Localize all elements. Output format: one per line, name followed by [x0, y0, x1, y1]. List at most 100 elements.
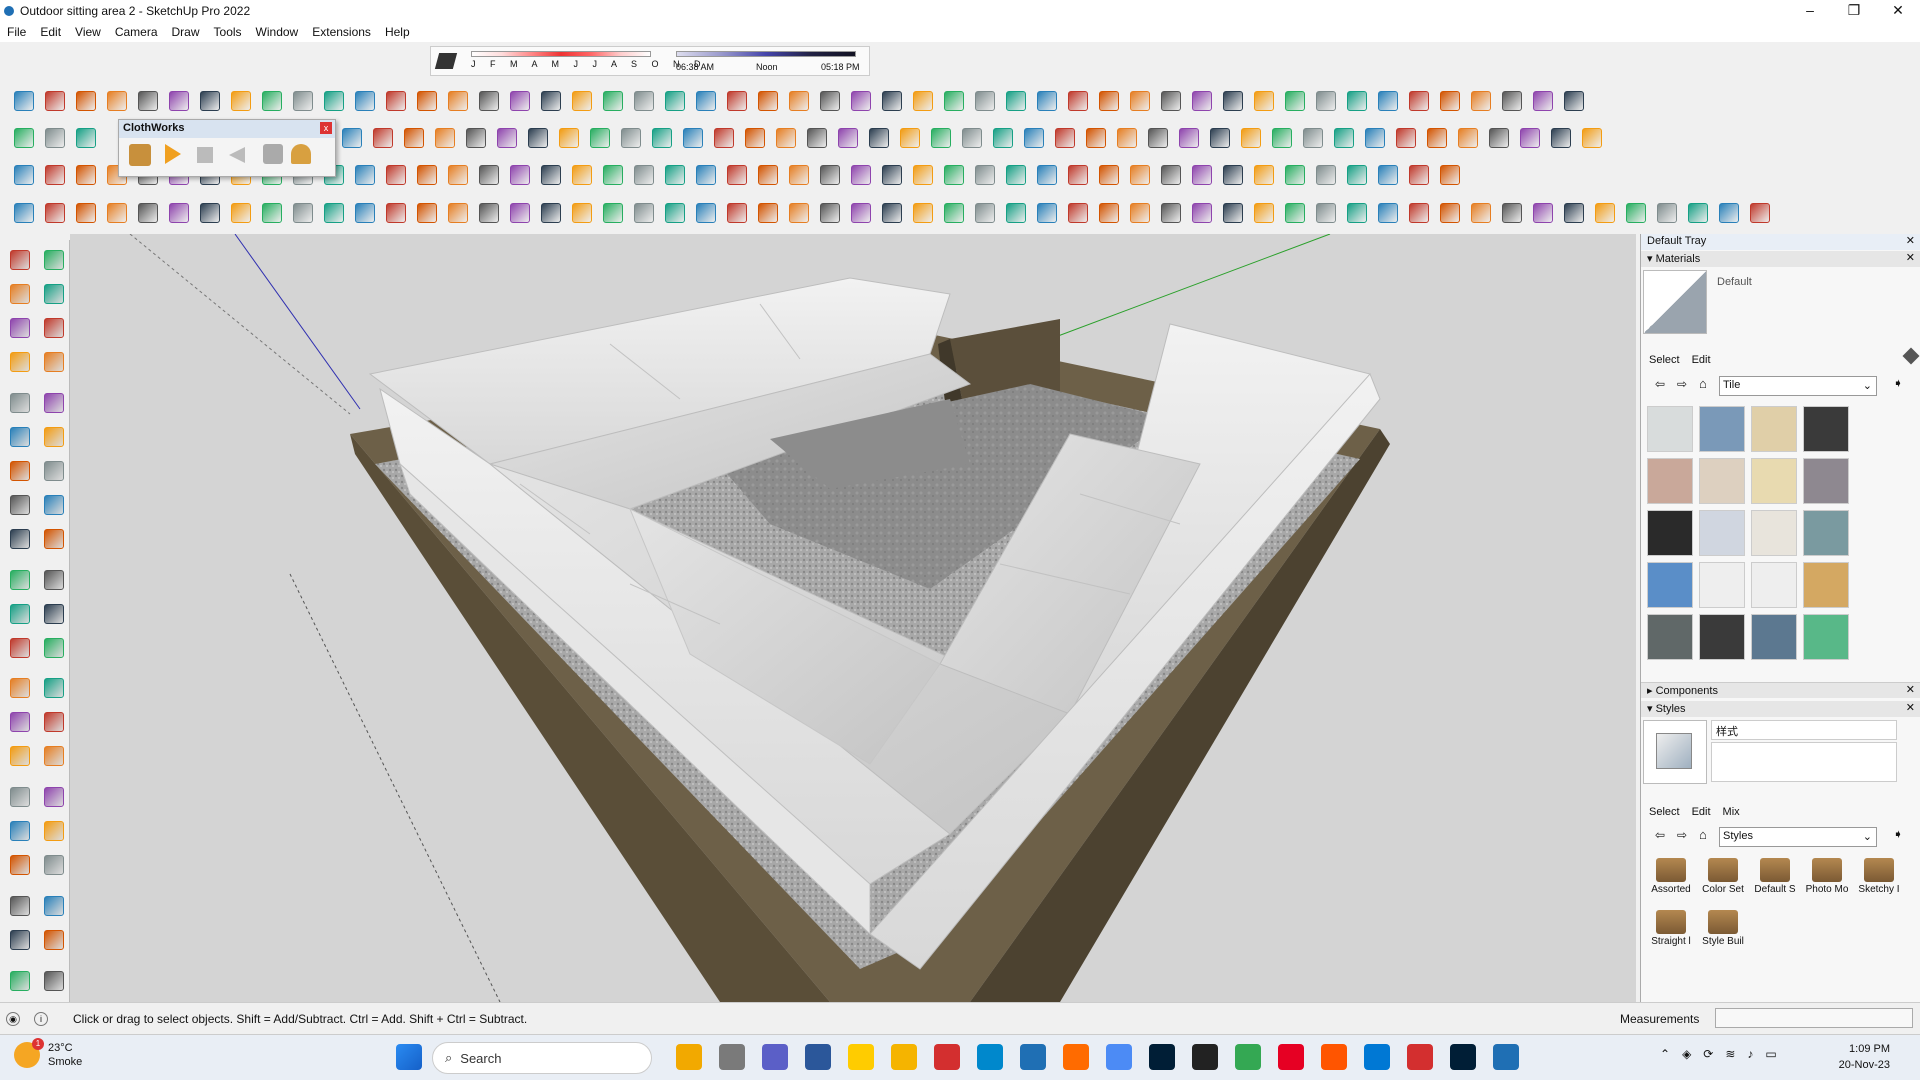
- row2-tool-icon-17[interactable]: [834, 124, 862, 152]
- style-folder-builder[interactable]: Style Buil: [1699, 906, 1747, 956]
- left-tool-icon-23[interactable]: [6, 634, 34, 662]
- left-tool-icon-36[interactable]: [40, 851, 68, 879]
- row3-tool-icon-2[interactable]: [41, 161, 69, 189]
- left-tool-icon-40[interactable]: [40, 926, 68, 954]
- material-swatch[interactable]: [1751, 458, 1797, 504]
- material-swatch[interactable]: [1751, 510, 1797, 556]
- row2-tool-icon-24[interactable]: [1051, 124, 1079, 152]
- tray-close-icon[interactable]: ✕: [1906, 234, 1915, 247]
- row3-tool-icon-14[interactable]: [413, 161, 441, 189]
- row4-tool-icon-1[interactable]: [10, 199, 38, 227]
- taskbar-app-icon-10[interactable]: [1063, 1044, 1089, 1070]
- row1-tool-icon-17[interactable]: [506, 87, 534, 115]
- material-swatch[interactable]: [1699, 510, 1745, 556]
- taskbar-app-icon-6[interactable]: [891, 1044, 917, 1070]
- row1-tool-icon-42[interactable]: [1281, 87, 1309, 115]
- row2-tool-icon-13[interactable]: [710, 124, 738, 152]
- taskbar-app-icon-20[interactable]: [1493, 1044, 1519, 1070]
- row2-tool-icon-18[interactable]: [865, 124, 893, 152]
- row2-tool-icon-33[interactable]: [1330, 124, 1358, 152]
- row4-tool-icon-10[interactable]: [289, 199, 317, 227]
- row4-tool-icon-3[interactable]: [72, 199, 100, 227]
- left-tool-icon-1[interactable]: [6, 246, 34, 274]
- row4-tool-icon-37[interactable]: [1126, 199, 1154, 227]
- row3-tool-icon-28[interactable]: [847, 161, 875, 189]
- row4-tool-icon-43[interactable]: [1312, 199, 1340, 227]
- row4-tool-icon-54[interactable]: [1653, 199, 1681, 227]
- stop-icon[interactable]: [197, 147, 213, 163]
- row4-tool-icon-17[interactable]: [506, 199, 534, 227]
- row3-tool-icon-33[interactable]: [1002, 161, 1030, 189]
- row1-tool-icon-13[interactable]: [382, 87, 410, 115]
- battery-icon[interactable]: ▭: [1765, 1047, 1776, 1061]
- row3-tool-icon-38[interactable]: [1157, 161, 1185, 189]
- left-tool-icon-11[interactable]: [6, 423, 34, 451]
- row3-tool-icon-25[interactable]: [754, 161, 782, 189]
- material-swatch[interactable]: [1699, 458, 1745, 504]
- row4-tool-icon-38[interactable]: [1157, 199, 1185, 227]
- row1-tool-icon-43[interactable]: [1312, 87, 1340, 115]
- left-tool-icon-24[interactable]: [40, 634, 68, 662]
- row3-tool-icon-35[interactable]: [1064, 161, 1092, 189]
- row4-tool-icon-21[interactable]: [630, 199, 658, 227]
- row2-tool-icon-9[interactable]: [586, 124, 614, 152]
- material-swatch[interactable]: [1751, 614, 1797, 660]
- row4-tool-icon-57[interactable]: [1746, 199, 1774, 227]
- style-description-field[interactable]: [1711, 742, 1897, 782]
- row3-tool-icon-31[interactable]: [940, 161, 968, 189]
- taskbar-app-icon-3[interactable]: [762, 1044, 788, 1070]
- styles-tab-mix[interactable]: Mix: [1723, 806, 1740, 818]
- row2a-tool-icon-3[interactable]: [72, 124, 100, 152]
- left-tool-icon-22[interactable]: [40, 600, 68, 628]
- materials-tab-select[interactable]: Select: [1649, 354, 1680, 366]
- left-tool-icon-8[interactable]: [40, 348, 68, 376]
- row2-tool-icon-31[interactable]: [1268, 124, 1296, 152]
- taskbar-app-icon-18[interactable]: [1407, 1044, 1433, 1070]
- row1-tool-icon-20[interactable]: [599, 87, 627, 115]
- chevron-up-icon[interactable]: ⌃: [1660, 1047, 1670, 1061]
- row1-tool-icon-24[interactable]: [723, 87, 751, 115]
- left-tool-icon-26[interactable]: [40, 674, 68, 702]
- row3-tool-icon-3[interactable]: [72, 161, 100, 189]
- material-swatch[interactable]: [1803, 614, 1849, 660]
- row1-tool-icon-49[interactable]: [1498, 87, 1526, 115]
- left-tool-icon-29[interactable]: [6, 742, 34, 770]
- menu-draw[interactable]: Draw: [165, 25, 207, 39]
- menu-file[interactable]: File: [0, 25, 33, 39]
- style-folder-color-set[interactable]: Color Set: [1699, 854, 1747, 904]
- taskbar-app-icon-2[interactable]: [719, 1044, 745, 1070]
- left-tool-icon-25[interactable]: [6, 674, 34, 702]
- row3-tool-icon-39[interactable]: [1188, 161, 1216, 189]
- row4-tool-icon-41[interactable]: [1250, 199, 1278, 227]
- style-folder-sketchy[interactable]: Sketchy I: [1855, 854, 1903, 904]
- left-tool-icon-18[interactable]: [40, 525, 68, 553]
- materials-tab-edit[interactable]: Edit: [1692, 354, 1711, 366]
- row3-tool-icon-30[interactable]: [909, 161, 937, 189]
- volume-icon[interactable]: ♪: [1747, 1047, 1753, 1061]
- cloth-settings-icon[interactable]: [291, 144, 311, 164]
- row1-tool-icon-14[interactable]: [413, 87, 441, 115]
- row3-tool-icon-44[interactable]: [1343, 161, 1371, 189]
- left-tool-icon-32[interactable]: [40, 783, 68, 811]
- row2-tool-icon-10[interactable]: [617, 124, 645, 152]
- row4-tool-icon-23[interactable]: [692, 199, 720, 227]
- row4-tool-icon-20[interactable]: [599, 199, 627, 227]
- row1-tool-icon-9[interactable]: [258, 87, 286, 115]
- row4-tool-icon-11[interactable]: [320, 199, 348, 227]
- row2-tool-icon-28[interactable]: [1175, 124, 1203, 152]
- row2-tool-icon-38[interactable]: [1485, 124, 1513, 152]
- row1-tool-icon-51[interactable]: [1560, 87, 1588, 115]
- row4-tool-icon-9[interactable]: [258, 199, 286, 227]
- row1-tool-icon-1[interactable]: [10, 87, 38, 115]
- row3-tool-icon-26[interactable]: [785, 161, 813, 189]
- taskbar-app-icon-14[interactable]: [1235, 1044, 1261, 1070]
- row2-tool-icon-1[interactable]: [338, 124, 366, 152]
- row1-tool-icon-3[interactable]: [72, 87, 100, 115]
- details-arrow-icon[interactable]: ➧: [1893, 376, 1903, 390]
- styles-tab-edit[interactable]: Edit: [1692, 806, 1711, 818]
- row2a-tool-icon-1[interactable]: [10, 124, 38, 152]
- row1-tool-icon-10[interactable]: [289, 87, 317, 115]
- row4-tool-icon-44[interactable]: [1343, 199, 1371, 227]
- row2-tool-icon-22[interactable]: [989, 124, 1017, 152]
- taskbar-app-icon-19[interactable]: [1450, 1044, 1476, 1070]
